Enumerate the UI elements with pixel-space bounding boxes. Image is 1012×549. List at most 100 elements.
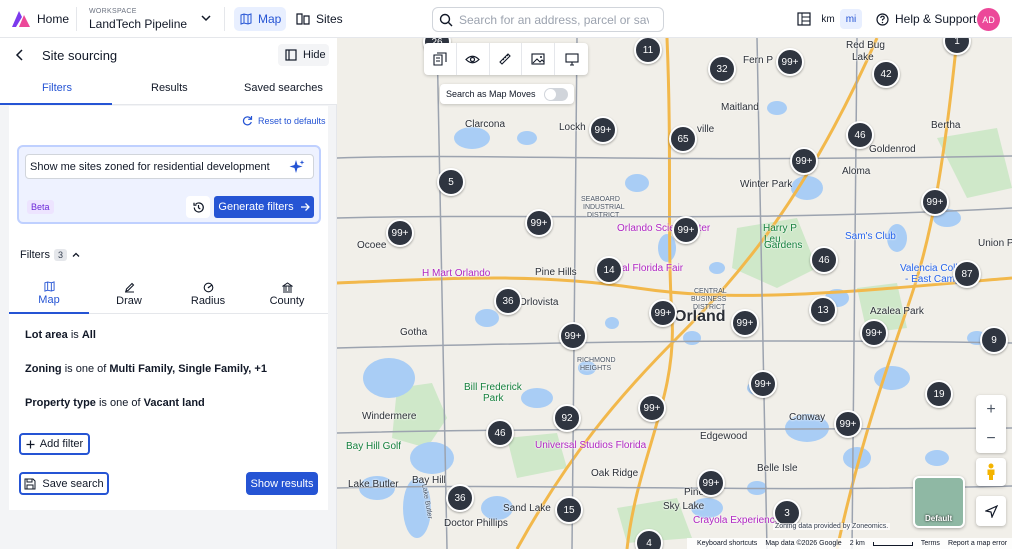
- place-label: Ocoee: [357, 240, 387, 251]
- place-label: Winter Park: [740, 179, 793, 190]
- unit-km-toggle[interactable]: km: [817, 9, 839, 29]
- search-as-map-moves[interactable]: Search as Map Moves: [440, 84, 574, 104]
- condition-operator: is one of: [95, 397, 144, 409]
- site-cluster-marker[interactable]: 4: [635, 529, 663, 549]
- site-cluster-marker[interactable]: 42: [872, 60, 900, 88]
- unit-mi-toggle[interactable]: mi: [840, 9, 862, 29]
- place-label: Doctor Phillips: [444, 518, 508, 529]
- place-label: Lake Butler: [348, 479, 399, 490]
- place-label: Bill Frederick: [464, 382, 522, 393]
- site-cluster-marker[interactable]: 99+: [834, 410, 862, 438]
- site-cluster-marker[interactable]: 87: [953, 260, 981, 288]
- site-cluster-marker[interactable]: 99+: [559, 322, 587, 350]
- map-tool-present[interactable]: [555, 43, 588, 75]
- map-tool-measure[interactable]: [490, 43, 523, 75]
- site-cluster-marker[interactable]: 65: [669, 125, 697, 153]
- locate-me-button[interactable]: [976, 496, 1006, 526]
- site-cluster-marker[interactable]: 99+: [697, 469, 725, 497]
- terms-link[interactable]: Terms: [921, 540, 940, 547]
- place-label: INDUSTRIAL: [583, 204, 625, 211]
- site-cluster-marker[interactable]: 92: [553, 404, 581, 432]
- map-type-switcher[interactable]: Default: [913, 476, 965, 528]
- panel-title: Site sourcing: [42, 48, 118, 63]
- site-cluster-marker[interactable]: 99+: [672, 216, 700, 244]
- avatar[interactable]: AD: [977, 8, 1000, 31]
- search-box[interactable]: [432, 7, 664, 32]
- map-tool-imagery[interactable]: [522, 43, 556, 75]
- site-cluster-marker[interactable]: 13: [809, 296, 837, 324]
- image-icon: [531, 53, 545, 65]
- filter-tab-map[interactable]: Map: [9, 274, 89, 314]
- chevron-up-icon: [72, 252, 80, 257]
- condition-field: Lot area: [25, 329, 68, 341]
- site-cluster-marker[interactable]: 46: [810, 246, 838, 274]
- search-as-map-moves-label: Search as Map Moves: [446, 89, 536, 99]
- site-cluster-marker[interactable]: 46: [846, 121, 874, 149]
- filter-condition-zoning[interactable]: Zoning is one of Multi Family, Single Fa…: [25, 363, 267, 375]
- zoom-in-button[interactable]: +: [976, 395, 1006, 424]
- keyboard-shortcuts-link[interactable]: Keyboard shortcuts: [697, 540, 757, 547]
- filters-header[interactable]: Filters 3: [20, 249, 81, 261]
- site-cluster-marker[interactable]: 99+: [790, 147, 818, 175]
- street-view-pegman[interactable]: [976, 458, 1006, 486]
- tab-map[interactable]: Map: [234, 7, 286, 31]
- map-tool-visibility[interactable]: [457, 43, 490, 75]
- site-cluster-marker[interactable]: 99+: [649, 299, 677, 327]
- filter-tab-county[interactable]: County: [247, 274, 327, 314]
- site-cluster-marker[interactable]: 14: [595, 256, 623, 284]
- home-link[interactable]: Home: [37, 12, 69, 26]
- site-cluster-marker[interactable]: 32: [708, 55, 736, 83]
- site-cluster-marker[interactable]: 99+: [525, 209, 553, 237]
- save-search-button[interactable]: Save search: [19, 472, 109, 495]
- site-cluster-marker[interactable]: 5: [437, 168, 465, 196]
- sites-icon: [296, 13, 310, 25]
- site-cluster-marker[interactable]: 99+: [749, 370, 777, 398]
- place-label: Gotha: [400, 327, 428, 338]
- site-cluster-marker[interactable]: 99+: [776, 48, 804, 76]
- chevron-down-icon[interactable]: [199, 11, 213, 25]
- filter-condition-property-type[interactable]: Property type is one of Vacant land: [25, 397, 205, 409]
- site-cluster-marker[interactable]: 99+: [638, 394, 666, 422]
- tab-sites[interactable]: Sites: [296, 7, 343, 31]
- site-cluster-marker[interactable]: 9: [980, 326, 1008, 354]
- filter-tab-radius[interactable]: Radius: [168, 274, 248, 314]
- help-support-link[interactable]: Help & Support: [876, 12, 976, 26]
- zoom-out-button[interactable]: −: [976, 424, 1006, 453]
- site-cluster-marker[interactable]: 36: [494, 287, 522, 315]
- refresh-icon: [242, 116, 253, 126]
- history-button[interactable]: [186, 196, 210, 218]
- filter-condition-lot-area[interactable]: Lot area is All: [25, 329, 96, 341]
- place-label: Orlando Scie: [617, 223, 675, 234]
- map-icon: [43, 280, 55, 292]
- site-cluster-marker[interactable]: 15: [555, 496, 583, 524]
- add-filter-button[interactable]: Add filter: [19, 433, 90, 455]
- site-cluster-marker[interactable]: 36: [446, 484, 474, 512]
- search-as-map-moves-toggle[interactable]: [543, 87, 568, 101]
- show-results-button[interactable]: Show results: [246, 472, 318, 495]
- map-view[interactable]: Fern P Red Bug Lake Maitland Clarcona Lo…: [337, 38, 1012, 549]
- search-input[interactable]: [459, 12, 649, 27]
- map-tool-parcel[interactable]: [424, 43, 457, 75]
- site-cluster-marker[interactable]: 19: [925, 380, 953, 408]
- layers-icon[interactable]: [797, 12, 811, 26]
- ai-prompt-input[interactable]: Show me sites zoned for residential deve…: [25, 154, 314, 179]
- tab-results[interactable]: Results: [151, 82, 188, 94]
- site-cluster-marker[interactable]: 99+: [860, 319, 888, 347]
- filter-tab-draw[interactable]: Draw: [89, 274, 169, 314]
- site-cluster-marker[interactable]: 99+: [589, 116, 617, 144]
- site-cluster-marker[interactable]: 99+: [386, 219, 414, 247]
- reset-to-defaults-link[interactable]: Reset to defaults: [242, 115, 326, 126]
- hide-button[interactable]: Hide: [278, 44, 329, 66]
- report-error-link[interactable]: Report a map error: [948, 540, 1007, 547]
- tab-filters[interactable]: Filters: [42, 82, 72, 94]
- site-cluster-marker[interactable]: 99+: [921, 188, 949, 216]
- generate-filters-button[interactable]: Generate filters: [214, 196, 314, 218]
- landtech-logo[interactable]: [10, 9, 32, 29]
- workspace-name[interactable]: LandTech Pipeline: [89, 17, 187, 31]
- back-arrow-icon[interactable]: [13, 48, 27, 62]
- tab-saved-searches[interactable]: Saved searches: [244, 82, 323, 94]
- parcel-icon: [433, 52, 447, 66]
- map-type-label: Default: [925, 514, 953, 523]
- site-cluster-marker[interactable]: 99+: [731, 309, 759, 337]
- site-cluster-marker[interactable]: 46: [486, 419, 514, 447]
